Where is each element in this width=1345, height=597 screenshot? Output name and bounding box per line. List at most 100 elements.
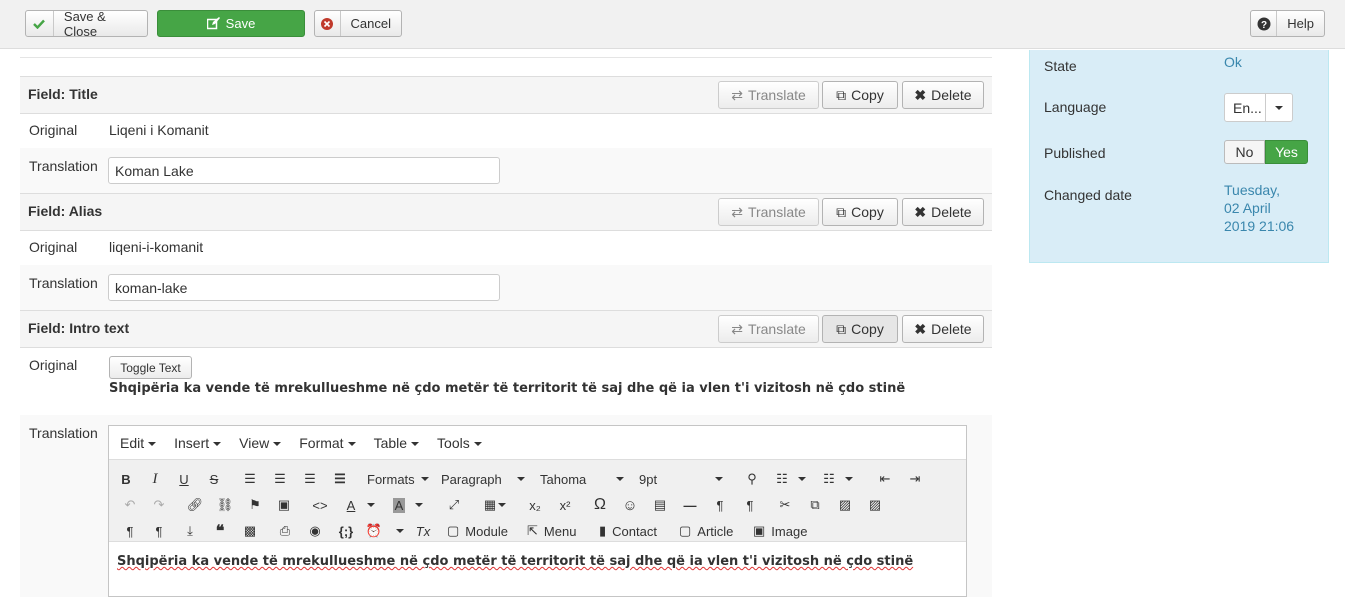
details-panel: State Ok Language En... Published No Yes… — [1029, 50, 1329, 263]
menu-insert[interactable]: Insert — [165, 435, 230, 451]
published-no-button[interactable]: No — [1224, 140, 1265, 164]
visual-blocks-icon[interactable]: ▩ — [241, 520, 259, 542]
published-yes-button[interactable]: Yes — [1265, 140, 1308, 164]
horizontal-rule-icon[interactable]: — — [681, 494, 699, 516]
copy-button[interactable]: ⧉ Copy — [822, 81, 898, 109]
italic-icon[interactable]: I — [146, 468, 164, 490]
redo-icon[interactable]: ↷ — [150, 494, 168, 516]
menu-view[interactable]: View — [230, 435, 290, 451]
title-translation-input[interactable]: Koman Lake — [108, 157, 500, 184]
translate-button[interactable]: ⇄ Translate — [718, 315, 819, 343]
emoticons-icon[interactable]: ☺ — [621, 494, 639, 516]
menu-table[interactable]: Table — [365, 435, 428, 451]
undo-icon[interactable]: ↶ — [121, 494, 139, 516]
x-icon: ✖ — [914, 320, 927, 337]
question-icon: ? — [1251, 11, 1278, 36]
help-button[interactable]: ? Help — [1250, 10, 1325, 37]
media-icon[interactable]: ▤ — [651, 494, 669, 516]
field-title-header: Field: Title ⇄ Translate ⧉ Copy ✖ Delete — [20, 76, 992, 114]
delete-button[interactable]: ✖ Delete — [902, 81, 984, 109]
field-alias-label: Field: Alias — [28, 203, 103, 219]
find-replace-icon[interactable]: ⚲ — [743, 468, 761, 490]
menu-icon: ⇱ — [527, 523, 538, 538]
copy-button[interactable]: ⧉ Copy — [822, 198, 898, 226]
cancel-button[interactable]: Cancel — [314, 10, 402, 37]
visual-chars-icon[interactable]: ¶ — [150, 520, 168, 542]
superscript-icon[interactable]: x² — [556, 494, 574, 516]
outdent-icon[interactable]: ⇤ — [876, 468, 894, 490]
insert-icon[interactable]: ⤓ — [181, 520, 199, 542]
table-icon[interactable]: ▦ — [481, 494, 509, 516]
menu-edit[interactable]: Edit — [111, 435, 165, 451]
template-icon[interactable]: {;} — [335, 520, 357, 542]
date-time-icon[interactable]: ⏰ — [366, 520, 405, 542]
indent-icon[interactable]: ⇥ — [906, 468, 924, 490]
special-char-icon[interactable]: Ω — [591, 494, 609, 516]
font-size-select[interactable]: 9pt — [639, 468, 723, 490]
bold-icon[interactable]: B — [117, 468, 135, 490]
menu-format[interactable]: Format — [290, 435, 364, 451]
cancel-icon — [315, 11, 341, 36]
save-button[interactable]: Save — [157, 10, 305, 37]
cut-icon[interactable]: ✂ — [776, 494, 794, 516]
original-row: Original liqeni-i-komanit — [29, 239, 204, 255]
copy-button[interactable]: ⧉ Copy — [822, 315, 898, 343]
paste-icon[interactable]: ▨ — [836, 494, 854, 516]
menu-tools[interactable]: Tools — [428, 435, 491, 451]
paste-text-icon[interactable]: ▨ — [866, 494, 884, 516]
x-icon: ✖ — [914, 203, 927, 220]
link-icon[interactable]: 🔗︎ — [186, 494, 204, 516]
article-button[interactable]: ▢ Article — [679, 520, 733, 542]
anchor-icon[interactable]: ⚑ — [246, 494, 264, 516]
contact-icon: ▮ — [599, 523, 607, 538]
strikethrough-icon[interactable]: S — [205, 468, 223, 490]
translate-button[interactable]: ⇄ Translate — [718, 198, 819, 226]
print-icon[interactable]: ⎙ — [276, 520, 294, 542]
background-color-icon[interactable]: A — [392, 494, 424, 516]
ltr-icon[interactable]: ¶ — [711, 494, 729, 516]
rich-text-editor[interactable]: Edit Insert View Format Table Tools B I … — [108, 425, 967, 597]
original-row: Original Liqeni i Komanit — [29, 122, 209, 138]
preview-icon[interactable]: ◉ — [306, 520, 324, 542]
unlink-icon[interactable]: ⛓ — [216, 494, 234, 516]
image-button[interactable]: ▣ Image — [753, 520, 807, 542]
alias-translation-input[interactable]: koman-lake — [108, 274, 500, 301]
toggle-text-button[interactable]: Toggle Text — [109, 356, 192, 379]
translate-button[interactable]: ⇄ Translate — [718, 81, 819, 109]
menu-button[interactable]: ⇱ Menu — [527, 520, 576, 542]
align-right-icon[interactable]: ☰ — [301, 468, 319, 490]
rtl-icon[interactable]: ¶ — [741, 494, 759, 516]
original-row: Original Toggle Text Shqipëria ka vende … — [29, 356, 906, 396]
language-select[interactable]: En... — [1224, 93, 1293, 122]
subscript-icon[interactable]: x₂ — [526, 494, 544, 516]
contact-button[interactable]: ▮ Contact — [599, 520, 657, 542]
article-icon: ▢ — [679, 523, 692, 538]
align-left-icon[interactable]: ☰ — [241, 468, 259, 490]
code-icon[interactable]: <> — [310, 494, 330, 516]
image-icon[interactable]: ▣ — [275, 494, 293, 516]
quote-icon[interactable]: ❝ — [211, 520, 229, 542]
editor-content[interactable]: Shqipëria ka vende të mrekullueshme në ç… — [109, 542, 966, 581]
module-button[interactable]: ▢ Module — [447, 520, 508, 542]
delete-button[interactable]: ✖ Delete — [902, 315, 984, 343]
check-icon — [26, 11, 54, 36]
shuffle-icon: ⇄ — [731, 320, 743, 337]
bullet-list-icon[interactable]: ☷ — [776, 468, 806, 490]
align-center-icon[interactable]: ☰ — [271, 468, 289, 490]
blockquote-icon[interactable]: ¶ — [121, 520, 139, 542]
text-color-icon[interactable]: A — [346, 494, 376, 516]
chevron-down-icon — [1265, 94, 1292, 121]
shuffle-icon: ⇄ — [731, 203, 743, 220]
copy-icon: ⧉ — [836, 320, 847, 337]
copy-icon[interactable]: ⧉ — [806, 494, 824, 516]
save-close-button[interactable]: Save & Close — [25, 9, 148, 39]
underline-icon[interactable]: U — [175, 468, 193, 490]
paragraph-select[interactable]: Paragraph — [441, 468, 525, 490]
clear-format-icon[interactable]: Tx — [414, 520, 432, 542]
font-select[interactable]: Tahoma — [540, 468, 624, 490]
numbered-list-icon[interactable]: ☷ — [823, 468, 853, 490]
justify-icon[interactable]: ☰ — [331, 468, 349, 490]
delete-button[interactable]: ✖ Delete — [902, 198, 984, 226]
fullscreen-icon[interactable]: ⤢ — [445, 494, 463, 516]
formats-dropdown[interactable]: Formats — [367, 468, 429, 490]
